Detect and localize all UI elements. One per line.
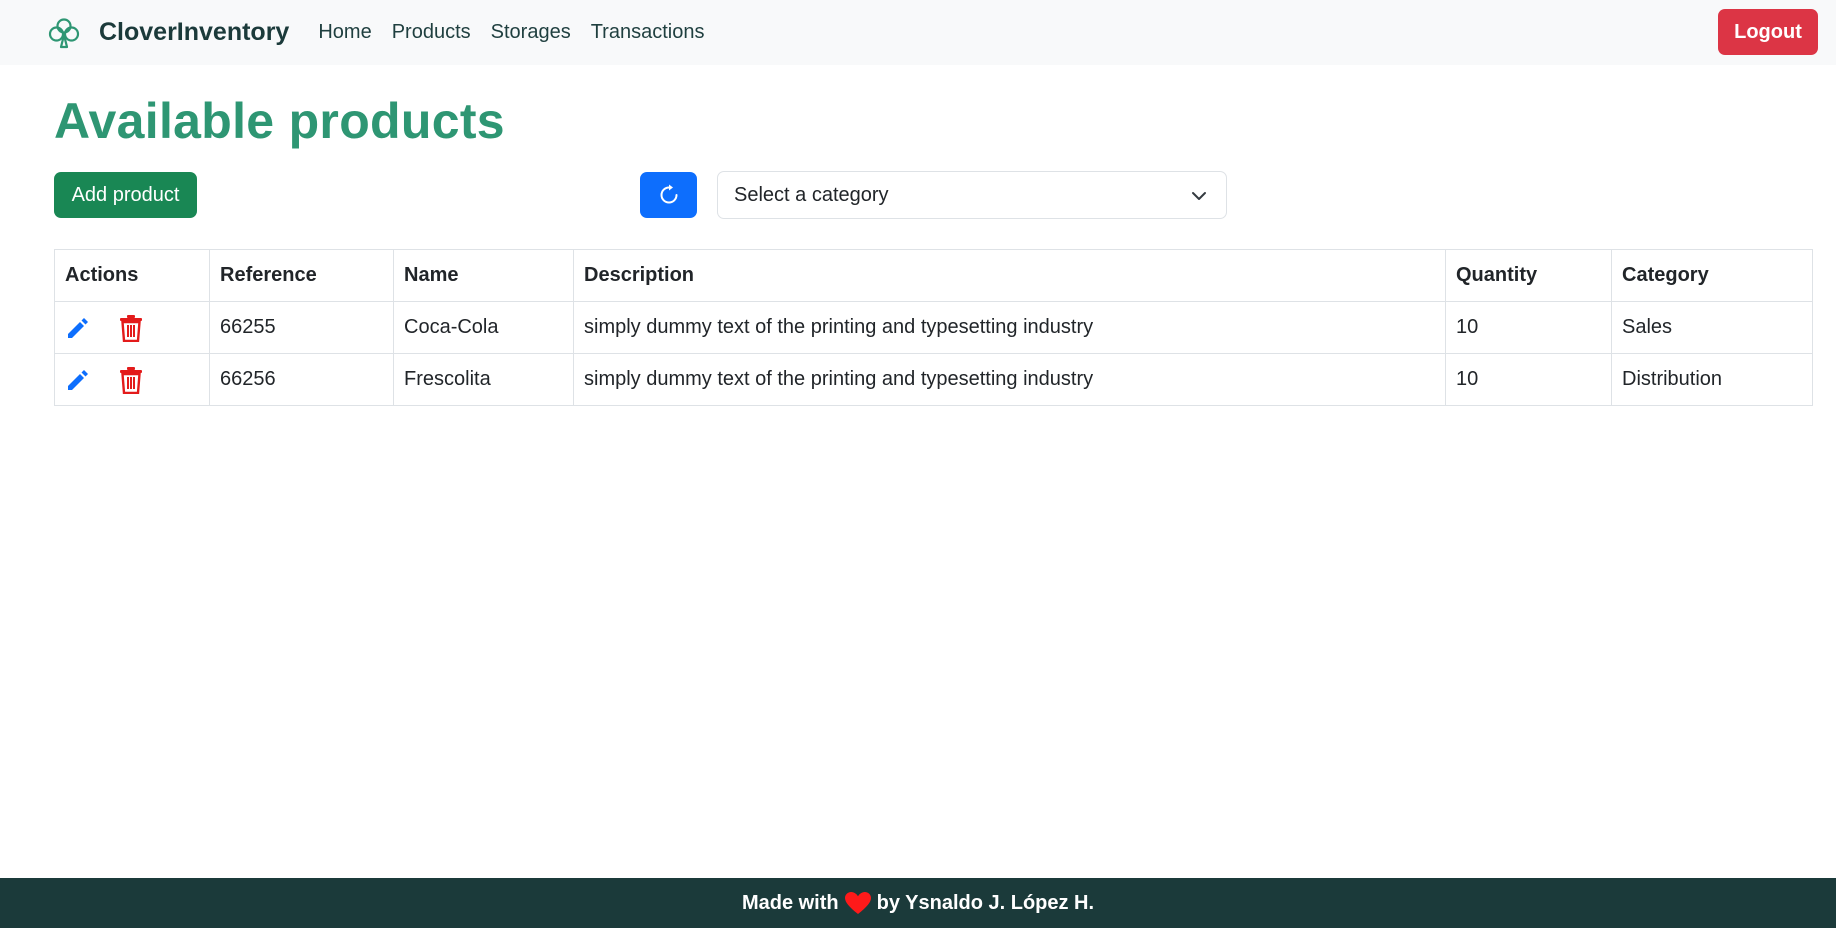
clover-icon (48, 17, 80, 48)
nav-links: Home Products Storages Transactions (318, 21, 724, 44)
chevron-down-icon (1192, 192, 1206, 200)
cell-reference: 66256 (209, 353, 394, 406)
header-reference: Reference (209, 249, 394, 302)
cell-category: Sales (1611, 301, 1813, 354)
header-actions: Actions (54, 249, 210, 302)
header-category: Category (1611, 249, 1813, 302)
table-header-row: Actions Reference Name Description Quant… (54, 249, 1813, 302)
refresh-icon (660, 184, 677, 204)
brand-name: CloverInventory (99, 18, 290, 46)
cell-description: simply dummy text of the printing and ty… (573, 301, 1446, 354)
delete-trash-icon[interactable] (119, 366, 143, 394)
refresh-button[interactable] (640, 172, 697, 218)
delete-trash-icon[interactable] (119, 314, 143, 342)
nav-home[interactable]: Home (318, 21, 371, 44)
table-row: 66255 Coca-Cola simply dummy text of the… (54, 301, 1813, 354)
category-select[interactable]: Select a category (717, 171, 1227, 219)
header-name: Name (393, 249, 574, 302)
footer-suffix: by Ysnaldo J. López H. (876, 891, 1095, 914)
footer-prefix: Made with (741, 891, 839, 914)
cell-name: Frescolita (393, 353, 574, 406)
nav-storages[interactable]: Storages (491, 21, 571, 44)
nav-products[interactable]: Products (392, 21, 471, 44)
logout-button[interactable]: Logout (1718, 9, 1818, 55)
cell-quantity: 10 (1445, 301, 1612, 354)
navbar: CloverInventory Home Products Storages T… (0, 0, 1836, 65)
actions-cell (54, 353, 210, 406)
brand-link[interactable]: CloverInventory (47, 16, 289, 50)
category-select-value: Select a category (734, 183, 889, 206)
cell-name: Coca-Cola (393, 301, 574, 354)
cell-quantity: 10 (1445, 353, 1612, 406)
cell-category: Distribution (1611, 353, 1813, 406)
cell-description: simply dummy text of the printing and ty… (573, 353, 1446, 406)
add-product-button[interactable]: Add product (54, 172, 197, 218)
nav-transactions[interactable]: Transactions (591, 21, 705, 44)
cell-reference: 66255 (209, 301, 394, 354)
heart-icon (844, 892, 871, 914)
page-title: Available products (54, 93, 505, 149)
products-table: Actions Reference Name Description Quant… (54, 249, 1813, 406)
footer: Made with by Ysnaldo J. López H. (0, 878, 1836, 928)
table-row: 66256 Frescolita simply dummy text of th… (54, 353, 1813, 406)
header-quantity: Quantity (1445, 249, 1612, 302)
header-description: Description (573, 249, 1446, 302)
edit-pencil-icon[interactable] (65, 367, 91, 393)
actions-cell (54, 301, 210, 354)
edit-pencil-icon[interactable] (65, 315, 91, 341)
